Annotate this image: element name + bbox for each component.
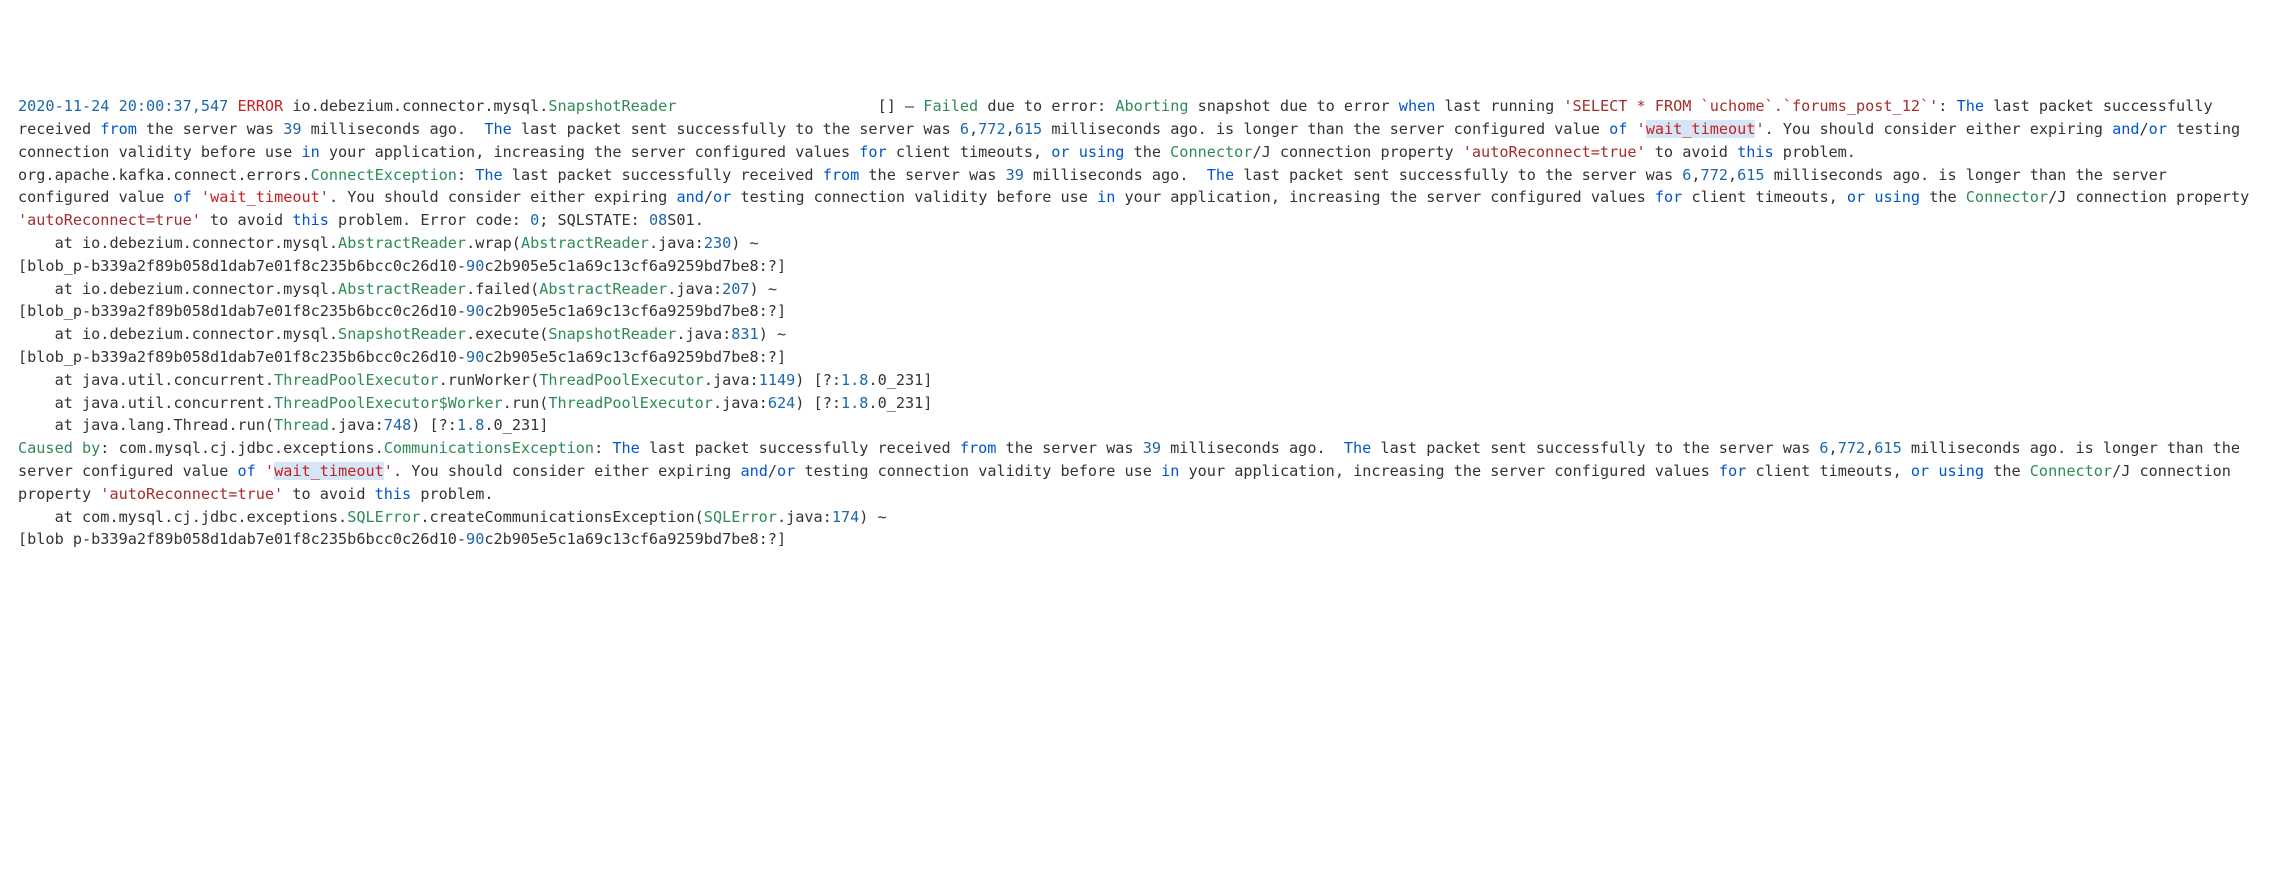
log-text: 2020-11-24 20:00:37,547 ERROR io.debeziu… bbox=[18, 95, 2252, 551]
